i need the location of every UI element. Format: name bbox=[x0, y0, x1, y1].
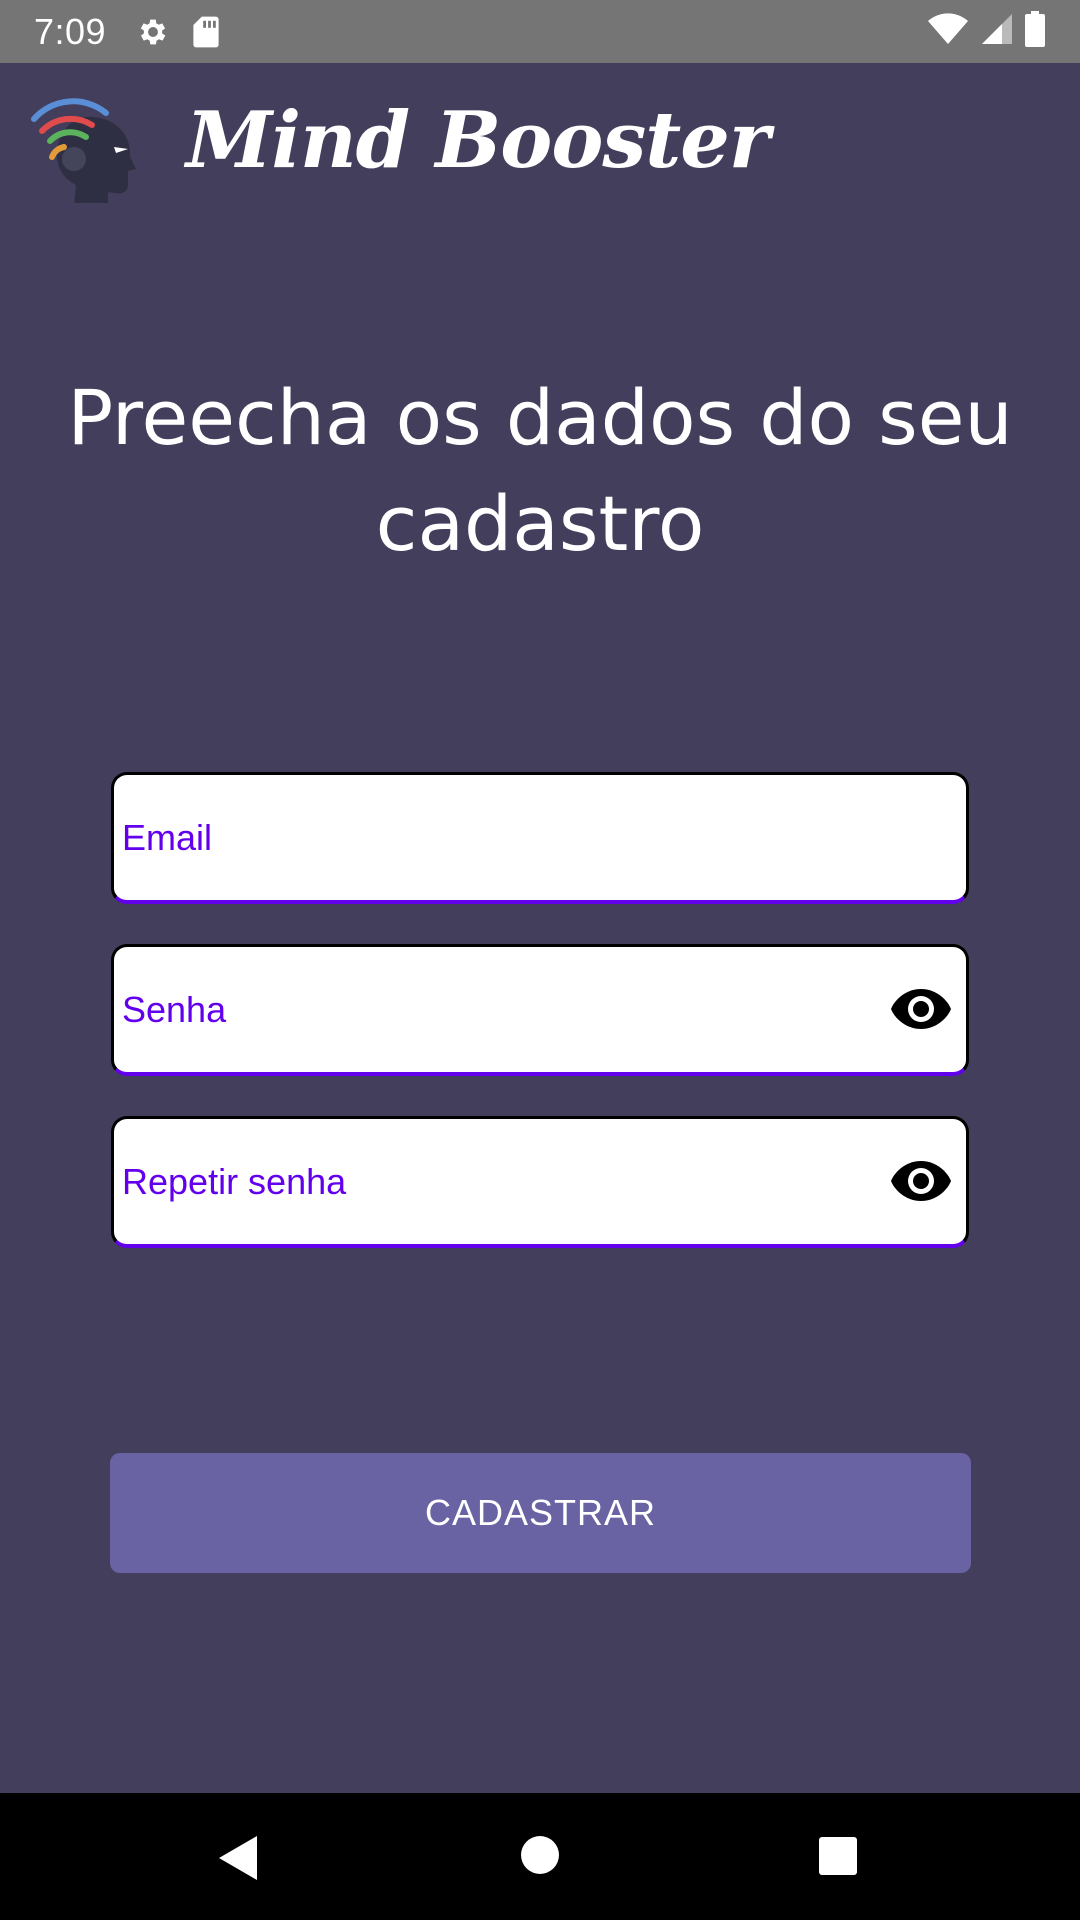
eye-icon[interactable] bbox=[890, 1159, 952, 1203]
sd-card-icon bbox=[192, 15, 220, 49]
password-field[interactable] bbox=[114, 947, 966, 1072]
app-title: Mind Booster bbox=[186, 95, 770, 186]
password-field-box bbox=[111, 944, 969, 1076]
app-header: Mind Booster bbox=[0, 63, 1080, 233]
signup-screen: 7:09 Mind Booster Preecha os dados do se… bbox=[0, 0, 1080, 1920]
cell-signal-icon bbox=[980, 12, 1014, 51]
navigation-bar bbox=[0, 1793, 1080, 1920]
repeat-password-field-box bbox=[111, 1116, 969, 1248]
wifi-icon bbox=[926, 12, 970, 51]
page-heading: Preecha os dados do seu cadastro bbox=[67, 373, 1013, 568]
back-triangle-icon[interactable] bbox=[212, 1833, 264, 1883]
home-circle-icon[interactable] bbox=[519, 1834, 561, 1876]
status-bar: 7:09 bbox=[0, 0, 1080, 63]
repeat-password-field[interactable] bbox=[114, 1119, 966, 1244]
eye-icon[interactable] bbox=[890, 987, 952, 1031]
battery-icon bbox=[1024, 11, 1046, 52]
email-field-box bbox=[111, 772, 969, 904]
gear-icon bbox=[136, 15, 170, 49]
email-field[interactable] bbox=[114, 775, 966, 900]
recents-square-icon[interactable] bbox=[818, 1836, 858, 1876]
status-icons bbox=[926, 11, 1046, 52]
status-time: 7:09 bbox=[34, 10, 107, 52]
mind-booster-logo-icon bbox=[28, 91, 140, 205]
register-button[interactable]: CADASTRAR bbox=[110, 1453, 971, 1573]
